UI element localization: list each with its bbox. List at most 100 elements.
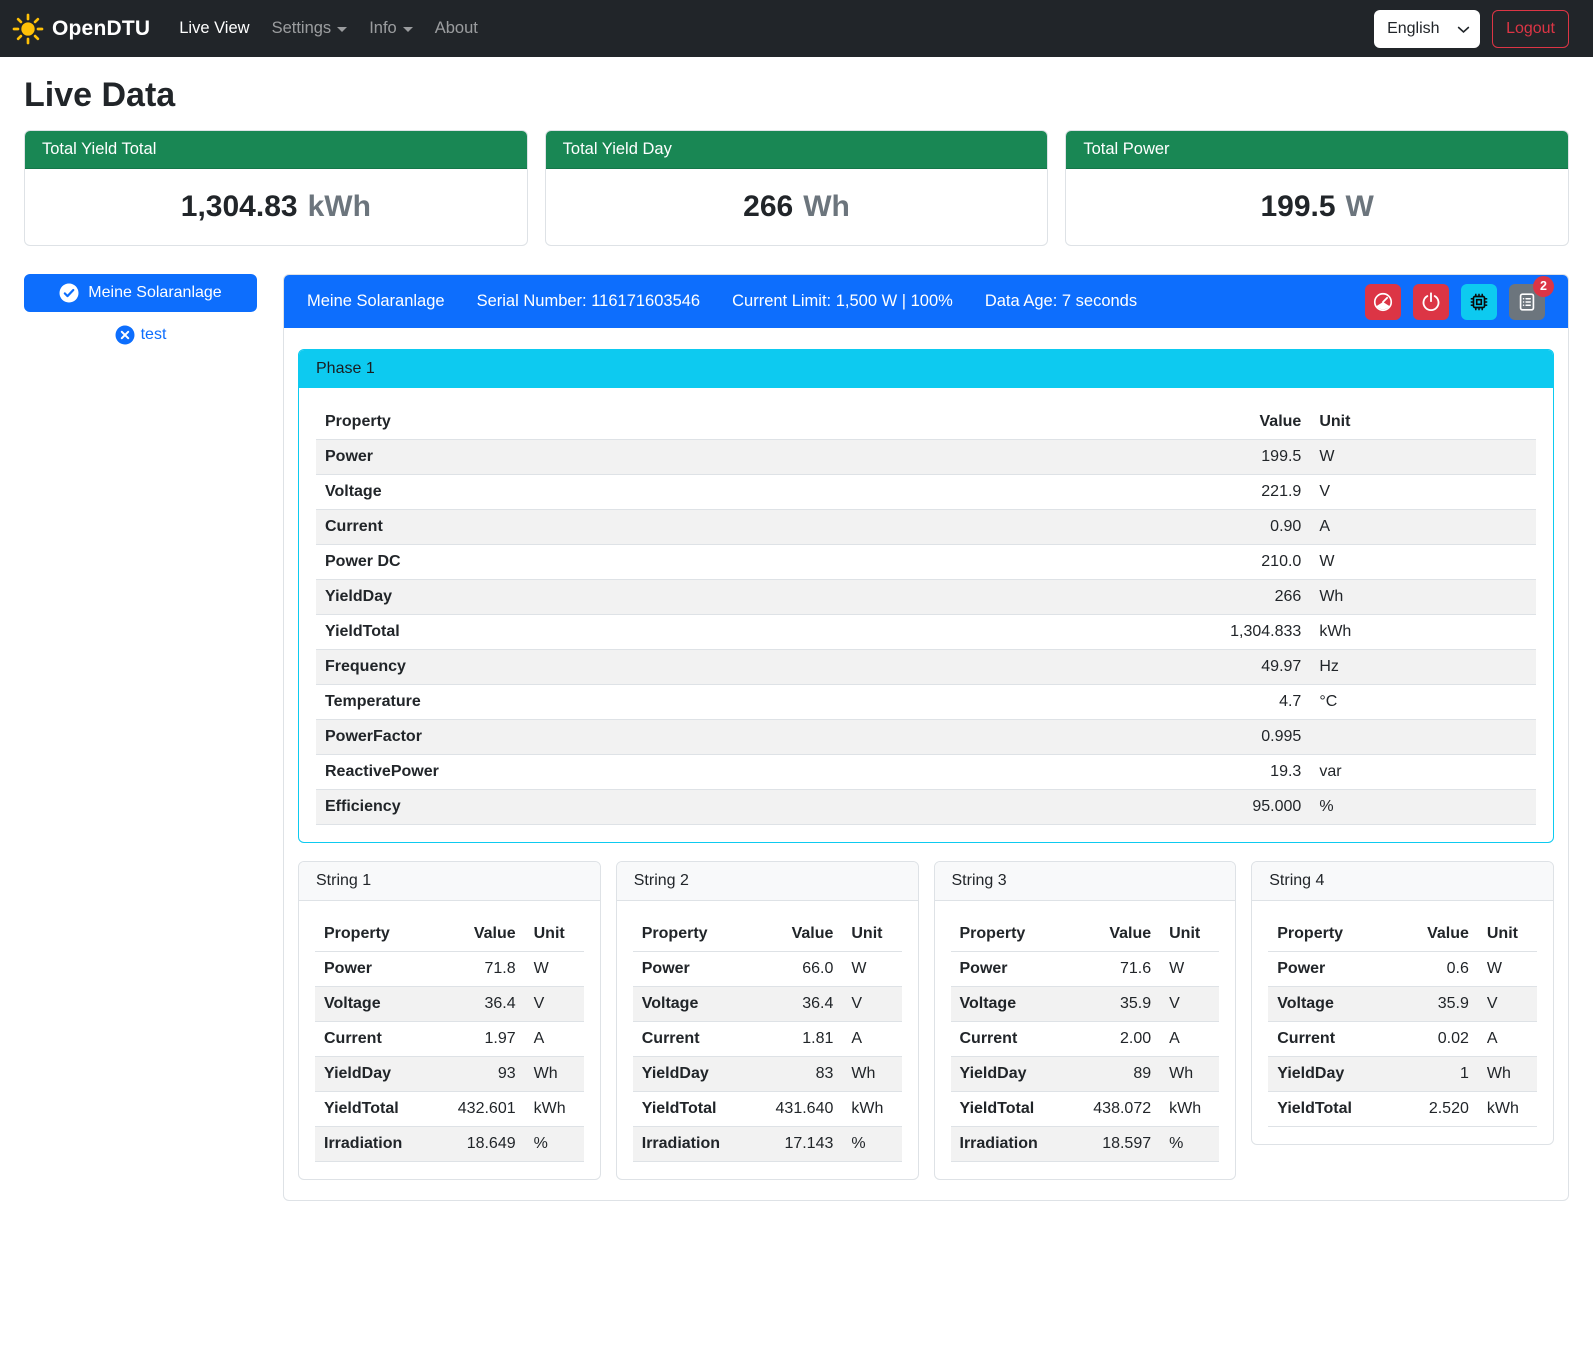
- gauge-icon: [1372, 291, 1394, 313]
- summary-cards-row: Total Yield Total 1,304.83 kWh Total Yie…: [24, 130, 1569, 246]
- summary-unit: kWh: [308, 190, 371, 224]
- unit-cell: V: [1478, 987, 1537, 1022]
- inverter-panel: Meine Solaranlage Serial Number: 1161716…: [283, 274, 1569, 1201]
- column-header-value: Value: [1164, 405, 1310, 440]
- unit-cell: Wh: [1310, 580, 1536, 615]
- unit-cell: kWh: [525, 1092, 584, 1127]
- unit-cell: Wh: [1478, 1057, 1537, 1092]
- table-row: YieldDay1Wh: [1268, 1057, 1537, 1092]
- nav-item-live-view[interactable]: Live View: [168, 11, 260, 46]
- string-card-4: String 4 Property Value Unit: [1251, 861, 1554, 1145]
- x-circle-icon: [115, 325, 135, 345]
- value-cell: 210.0: [1164, 545, 1310, 580]
- property-cell: YieldDay: [316, 580, 1164, 615]
- property-cell: Efficiency: [316, 790, 1164, 825]
- unit-cell: V: [525, 987, 584, 1022]
- table-header-row: Property Value Unit: [951, 917, 1220, 952]
- table-row: Current0.02A: [1268, 1022, 1537, 1057]
- inverter-data-age: Data Age: 7 seconds: [985, 292, 1137, 311]
- summary-card-total-yield-day: Total Yield Day 266 Wh: [545, 130, 1049, 246]
- table-row: YieldTotal1,304.833kWh: [316, 615, 1536, 650]
- table-row: Current0.90A: [316, 510, 1536, 545]
- property-cell: Irradiation: [633, 1127, 767, 1162]
- nav-item-info[interactable]: Info: [358, 11, 424, 46]
- logout-button[interactable]: Logout: [1492, 10, 1569, 48]
- property-cell: PowerFactor: [316, 720, 1164, 755]
- unit-cell: A: [1478, 1022, 1537, 1057]
- table-row: Irradiation17.143%: [633, 1127, 902, 1162]
- value-cell: 4.7: [1164, 685, 1310, 720]
- column-header-value: Value: [1403, 917, 1478, 952]
- brand[interactable]: OpenDTU: [12, 13, 150, 45]
- value-cell: 36.4: [449, 987, 525, 1022]
- value-cell: 1.81: [767, 1022, 843, 1057]
- nav-item-settings[interactable]: Settings: [261, 11, 359, 46]
- nav-item-label: Live View: [179, 19, 249, 38]
- property-cell: YieldTotal: [951, 1092, 1085, 1127]
- property-cell: Current: [316, 510, 1164, 545]
- property-cell: Irradiation: [951, 1127, 1085, 1162]
- string-table: Property Value Unit Power71.6WVoltage35.…: [951, 917, 1220, 1162]
- table-row: YieldTotal431.640kWh: [633, 1092, 902, 1127]
- value-cell: 71.8: [449, 952, 525, 987]
- property-cell: Power DC: [316, 545, 1164, 580]
- table-row: YieldDay93Wh: [315, 1057, 584, 1092]
- table-row: Power71.6W: [951, 952, 1220, 987]
- summary-card-total-power: Total Power 199.5 W: [1065, 130, 1569, 246]
- string-card-1: String 1 Property Value Unit: [298, 861, 601, 1180]
- value-cell: 431.640: [767, 1092, 843, 1127]
- summary-value: 266: [743, 190, 793, 224]
- device-info-button[interactable]: [1461, 284, 1497, 320]
- page-title: Live Data: [24, 76, 1569, 115]
- unit-cell: V: [1160, 987, 1219, 1022]
- table-row: Power199.5W: [316, 440, 1536, 475]
- limit-settings-button[interactable]: [1365, 284, 1401, 320]
- string-card-title: String 1: [299, 862, 600, 901]
- phase-card: Phase 1 Property Value Unit: [298, 349, 1554, 843]
- property-cell: Voltage: [316, 475, 1164, 510]
- unit-cell: V: [1310, 475, 1536, 510]
- event-log-button[interactable]: 2: [1509, 284, 1545, 320]
- summary-card-total-yield-total: Total Yield Total 1,304.83 kWh: [24, 130, 528, 246]
- navbar: OpenDTU Live View Settings Info About En…: [0, 0, 1593, 57]
- value-cell: 19.3: [1164, 755, 1310, 790]
- unit-cell: A: [1160, 1022, 1219, 1057]
- table-row: Irradiation18.597%: [951, 1127, 1220, 1162]
- unit-cell: A: [525, 1022, 584, 1057]
- power-button[interactable]: [1413, 284, 1449, 320]
- table-header-row: Property Value Unit: [316, 405, 1536, 440]
- property-cell: Voltage: [315, 987, 449, 1022]
- value-cell: 71.6: [1084, 952, 1160, 987]
- property-cell: Voltage: [1268, 987, 1402, 1022]
- inverter-serial: Serial Number: 116171603546: [477, 292, 701, 311]
- navbar-right: English Logout: [1374, 10, 1569, 48]
- nav-item-about[interactable]: About: [424, 11, 489, 46]
- string-table: Property Value Unit Power66.0WVoltage36.…: [633, 917, 902, 1162]
- value-cell: 438.072: [1084, 1092, 1160, 1127]
- value-cell: 17.143: [767, 1127, 843, 1162]
- property-cell: YieldDay: [1268, 1057, 1402, 1092]
- caret-down-icon: [403, 27, 413, 32]
- unit-cell: W: [1478, 952, 1537, 987]
- column-header-value: Value: [1084, 917, 1160, 952]
- table-row: ReactivePower19.3var: [316, 755, 1536, 790]
- value-cell: 2.520: [1403, 1092, 1478, 1127]
- nav-item-label: Info: [369, 19, 397, 38]
- table-row: YieldDay89Wh: [951, 1057, 1220, 1092]
- inverter-select-button[interactable]: Meine Solaranlage: [24, 274, 257, 312]
- nav-item-label: Settings: [272, 19, 332, 38]
- table-row: YieldDay266Wh: [316, 580, 1536, 615]
- caret-down-icon: [337, 27, 347, 32]
- summary-card-title: Total Power: [1066, 131, 1568, 169]
- property-cell: YieldTotal: [315, 1092, 449, 1127]
- test-inverter-link[interactable]: test: [24, 325, 257, 345]
- value-cell: 1,304.833: [1164, 615, 1310, 650]
- property-cell: Voltage: [633, 987, 767, 1022]
- language-select[interactable]: English: [1374, 10, 1480, 48]
- unit-cell: %: [1310, 790, 1536, 825]
- summary-value: 1,304.83: [181, 190, 298, 224]
- property-cell: YieldTotal: [1268, 1092, 1402, 1127]
- phase-card-title: Phase 1: [299, 350, 1553, 388]
- summary-unit: Wh: [803, 190, 850, 224]
- table-row: Voltage36.4V: [633, 987, 902, 1022]
